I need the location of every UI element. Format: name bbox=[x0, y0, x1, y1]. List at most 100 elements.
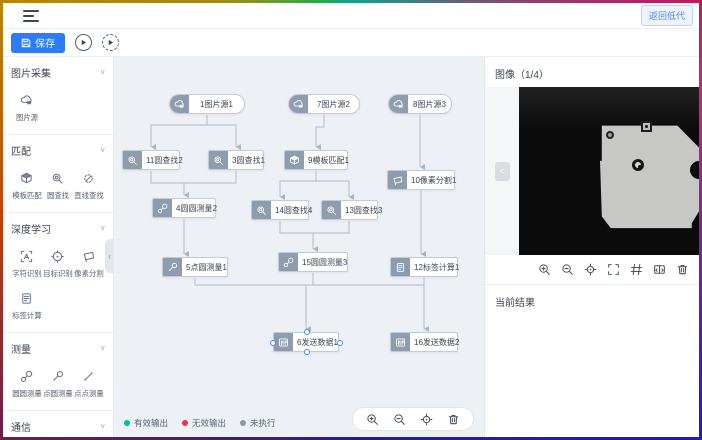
back-to-lowcode-button[interactable]: 返回低代 bbox=[641, 5, 693, 26]
flow-canvas[interactable]: 1图片源1 7图片源2 8图片源3 11圆查找2 3圆查找1 9模板匹配1 10像素分割1 4… bbox=[114, 57, 485, 437]
run-once-button[interactable] bbox=[102, 34, 119, 51]
tool-item[interactable]: 圆查找 bbox=[42, 162, 73, 204]
chevron-down-icon: ˅ bbox=[100, 146, 105, 155]
fullscreen-icon[interactable] bbox=[607, 263, 620, 276]
segment-icon bbox=[82, 247, 95, 265]
chevron-down-icon: ˅ bbox=[100, 344, 105, 353]
node-connection-handle[interactable] bbox=[304, 349, 310, 355]
save-icon bbox=[21, 38, 31, 48]
node-connection-handle[interactable] bbox=[337, 340, 343, 346]
node-label: 9模板匹配1 bbox=[304, 151, 353, 169]
section-title: 测量 bbox=[11, 341, 31, 356]
flow-node[interactable]: 6发送数据1 bbox=[273, 332, 339, 352]
tool-item[interactable]: 字符识别 bbox=[11, 240, 42, 282]
tool-item[interactable]: 圆圆测量 bbox=[11, 360, 42, 402]
save-button[interactable]: 保存 bbox=[11, 33, 65, 53]
trash-icon[interactable] bbox=[447, 413, 460, 426]
tool-item[interactable]: 点圆测量 bbox=[42, 360, 73, 402]
action-toolbar: 保存 bbox=[3, 29, 699, 57]
tool-item[interactable]: 目标识别 bbox=[42, 240, 73, 282]
cube-icon bbox=[285, 151, 304, 169]
part-small-hole bbox=[606, 131, 614, 139]
camera-image[interactable] bbox=[519, 87, 699, 255]
vision-flow-app: 返回低代 保存 图片采集˅图片源匹配˅模板匹配圆查找直线查找深度学习˅字符识别目… bbox=[3, 3, 699, 437]
tool-label: 字符识别 bbox=[12, 268, 41, 278]
zoom-out-icon[interactable] bbox=[393, 413, 406, 426]
flow-node[interactable]: 1图片源1 bbox=[169, 94, 245, 114]
trash-icon[interactable] bbox=[676, 263, 689, 276]
section-header[interactable]: 匹配˅ bbox=[11, 141, 105, 162]
legend-dot bbox=[124, 420, 130, 426]
inspector-panel: 图像（1/4） < 当前结果 bbox=[485, 57, 699, 437]
flow-node[interactable]: 12标签计算1 bbox=[390, 257, 458, 277]
section-header[interactable]: 图片采集 ˅ bbox=[11, 63, 105, 84]
zoom-in-icon[interactable] bbox=[538, 263, 551, 276]
section-title: 深度学习 bbox=[11, 221, 51, 236]
tool-item[interactable]: 像素分割 bbox=[73, 240, 104, 282]
flow-edge bbox=[207, 125, 236, 147]
node-label: 4圆圆测量2 bbox=[172, 199, 221, 217]
flow-node[interactable]: 3圆查找1 bbox=[208, 150, 264, 170]
zoom-out-icon[interactable] bbox=[561, 263, 574, 276]
flow-node[interactable]: 11圆查找2 bbox=[122, 150, 180, 170]
section-header[interactable]: 深度学习˅ bbox=[11, 219, 105, 240]
flow-node[interactable]: 9模板匹配1 bbox=[284, 150, 348, 170]
circle-circle-measure-icon bbox=[20, 367, 33, 385]
tool-item[interactable]: 标签计算 bbox=[11, 282, 42, 324]
flow-node[interactable]: 14圆查找4 bbox=[251, 200, 309, 220]
segment-icon bbox=[388, 171, 407, 189]
tool-label: 圆查找 bbox=[46, 190, 68, 200]
menu-icon[interactable] bbox=[23, 10, 39, 22]
legend-dot bbox=[182, 420, 188, 426]
circle-search-icon bbox=[209, 151, 228, 169]
run-button[interactable] bbox=[75, 34, 92, 51]
current-result-area bbox=[485, 315, 699, 437]
section-header[interactable]: 通信˅ bbox=[11, 417, 105, 437]
tool-label: 点点测量 bbox=[74, 388, 103, 398]
tool-label: 直线查找 bbox=[74, 190, 103, 200]
sidebar-section: 深度学习˅ 字符识别目标识别像素分割标签计算 bbox=[3, 213, 113, 333]
locate-icon[interactable] bbox=[584, 263, 597, 276]
flow-edge bbox=[151, 171, 184, 195]
section-title: 通信 bbox=[11, 419, 31, 434]
tool-label: 模板匹配 bbox=[12, 190, 41, 200]
label-calc-icon bbox=[20, 289, 33, 307]
locate-icon[interactable] bbox=[420, 413, 433, 426]
cloud-image-icon bbox=[289, 95, 308, 113]
flow-node[interactable]: 4圆圆测量2 bbox=[152, 198, 216, 218]
node-connection-handle[interactable] bbox=[270, 340, 276, 346]
chevron-down-icon: ˅ bbox=[100, 68, 105, 77]
top-header: 返回低代 bbox=[3, 3, 699, 29]
tool-item[interactable]: 模板匹配 bbox=[11, 162, 42, 204]
legend-dot bbox=[240, 420, 246, 426]
node-label: 16发送数据2 bbox=[410, 333, 463, 351]
flow-node[interactable]: 15圆圆测量3 bbox=[278, 252, 348, 272]
sidebar-collapse-toggle[interactable]: ‹ bbox=[105, 239, 114, 273]
line-search-icon bbox=[82, 169, 95, 187]
tool-label: 像素分割 bbox=[74, 268, 103, 278]
compare-icon[interactable] bbox=[653, 263, 666, 276]
tool-item[interactable]: 点点测量 bbox=[73, 360, 104, 402]
circle-search-icon bbox=[252, 201, 271, 219]
node-label: 6发送数据1 bbox=[293, 333, 342, 351]
grid-icon[interactable] bbox=[630, 263, 643, 276]
cloud-image-icon bbox=[20, 91, 33, 109]
flow-node[interactable]: 16发送数据2 bbox=[390, 332, 458, 352]
target-icon bbox=[51, 247, 64, 265]
section-title: 图片采集 bbox=[11, 65, 51, 80]
prev-image-button[interactable]: < bbox=[495, 162, 510, 181]
flow-node[interactable]: 5点圆测量1 bbox=[162, 257, 228, 277]
flow-node[interactable]: 7图片源2 bbox=[288, 94, 360, 114]
zoom-in-icon[interactable] bbox=[366, 413, 379, 426]
tool-item[interactable]: 图片源 bbox=[11, 84, 42, 126]
flow-node[interactable]: 8图片源3 bbox=[388, 94, 452, 114]
image-panel-title: 图像（1/4） bbox=[485, 57, 699, 87]
tool-item[interactable]: 直线查找 bbox=[73, 162, 104, 204]
sidebar-section: 测量 ˅ 圆圆测量点圆测量点点测量 bbox=[3, 333, 113, 411]
flow-node[interactable]: 13圆查找3 bbox=[321, 200, 378, 220]
flow-node[interactable]: 10像素分割1 bbox=[387, 170, 455, 190]
node-connection-handle[interactable] bbox=[304, 329, 310, 335]
tool-label: 圆圆测量 bbox=[12, 388, 41, 398]
cloud-image-icon bbox=[389, 95, 408, 113]
section-header[interactable]: 测量 ˅ bbox=[11, 339, 105, 360]
